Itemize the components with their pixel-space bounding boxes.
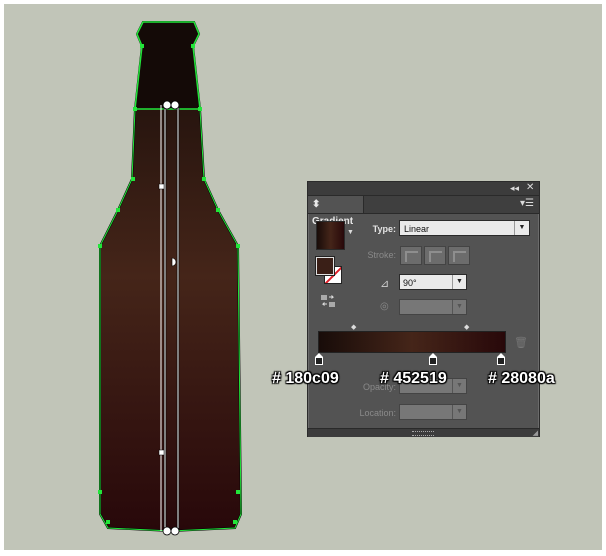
location-label: Location: [359,408,396,418]
panel-menu-icon[interactable]: ▾☰ [520,198,534,210]
color-stop-1[interactable] [315,353,323,365]
color-stop-2[interactable] [429,353,437,365]
gradient-panel: ◂◂ ✕ ⬍ Gradient ▾☰ ▼ Type: Linear ▼ Stro… [307,181,540,437]
tab-gradient[interactable]: ⬍ Gradient [308,196,364,227]
resize-handle-icon[interactable]: ◢ [533,429,538,437]
angle-icon: ⊿ [380,278,390,290]
reverse-gradient-icon[interactable] [320,294,336,308]
stroke-along-button[interactable] [424,246,446,265]
color-stop-3[interactable] [497,353,505,365]
chevron-down-icon[interactable]: ▼ [452,379,466,393]
collapse-panel-icon[interactable]: ◂◂ [510,183,519,194]
stroke-within-button[interactable] [400,246,422,265]
panel-title-bar[interactable]: ◂◂ ✕ [308,182,539,196]
panel-footer: ◢ [308,428,539,437]
chevron-down-icon[interactable]: ▼ [514,221,529,235]
stroke-label: Stroke: [367,250,396,260]
gradient-slider[interactable] [318,331,506,353]
fill-swatch[interactable] [315,256,335,276]
stop-2-hex-annotation: # 452519 [380,370,447,387]
panel-tab-row: ⬍ Gradient ▾☰ [308,196,539,227]
stop-3-hex-annotation: # 28080a [488,370,555,387]
trash-icon[interactable]: 🗑 [514,336,528,349]
aspect-ratio-icon: ◎ [380,301,389,312]
angle-value: 90° [403,278,417,288]
bottle-neck [135,22,200,109]
aspect-ratio-input[interactable]: ▼ [399,299,467,315]
type-label: Type: [372,224,396,234]
stroke-across-button[interactable] [448,246,470,265]
midpoint-diamond-icon[interactable]: ◆ [464,323,469,331]
type-select[interactable]: Linear ▼ [399,220,530,236]
stop-1-hex-annotation: # 180c09 [272,370,339,387]
angle-input[interactable]: 90° ▼ [399,274,467,290]
gradient-preview-swatch[interactable] [316,221,345,250]
type-select-value: Linear [404,224,430,234]
chevron-down-icon[interactable]: ▼ [452,300,466,314]
chevron-down-icon[interactable]: ▼ [452,275,466,289]
grip-icon[interactable] [412,431,434,436]
midpoint-diamond-icon[interactable]: ◆ [351,323,356,331]
close-icon[interactable]: ✕ [526,182,534,194]
chevron-down-icon[interactable]: ▼ [452,405,466,419]
location-input[interactable]: ▼ [399,404,467,420]
chevron-down-icon[interactable]: ▼ [347,229,354,236]
